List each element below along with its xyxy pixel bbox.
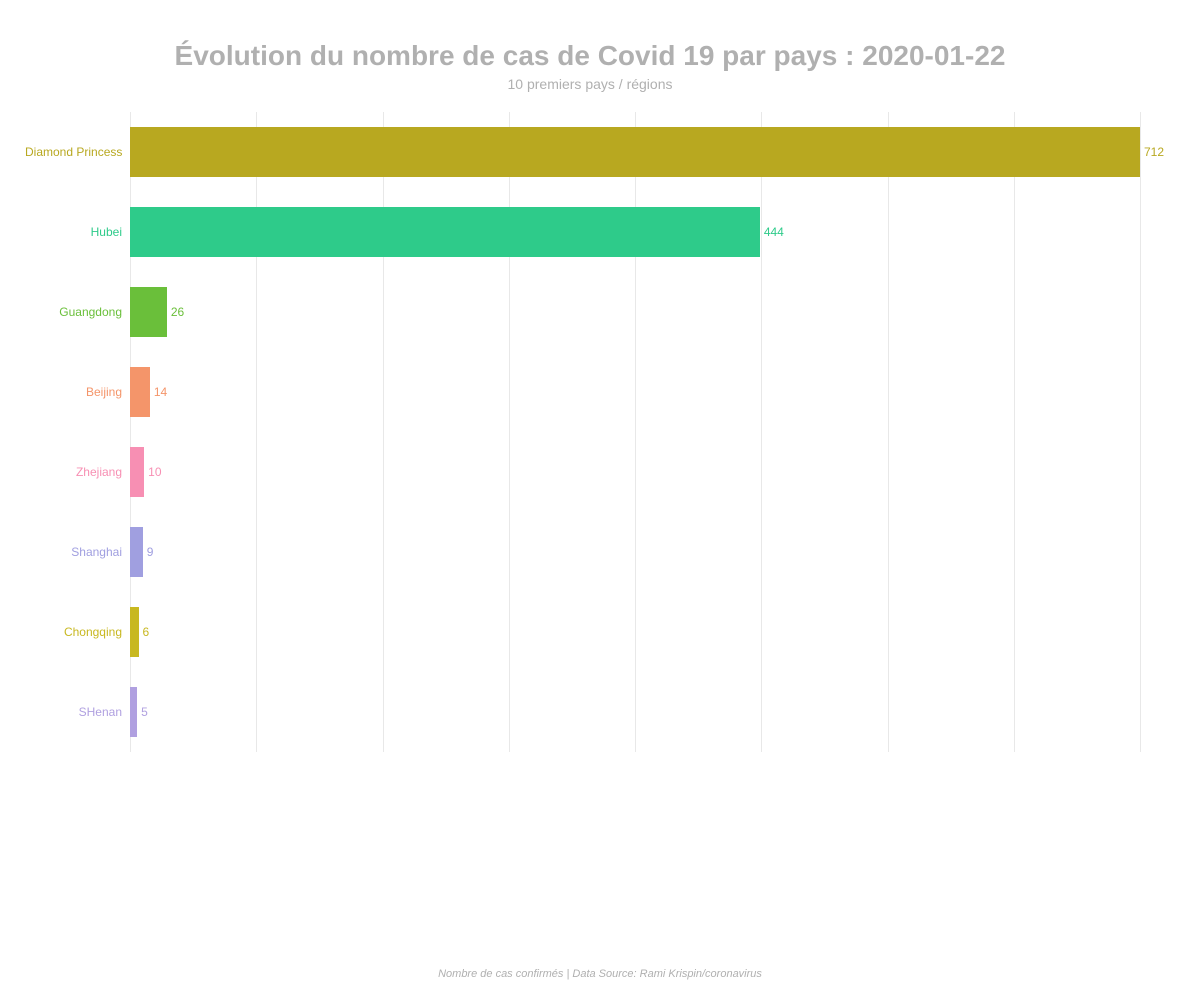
footer-note: Nombre de cas confirmés | Data Source: R…: [438, 968, 762, 980]
chart-area: Diamond Princess712Hubei444Guangdong26Be…: [130, 112, 1140, 752]
bar-row: Shanghai9: [130, 512, 1140, 592]
bar-fill: 10: [130, 447, 144, 497]
bar-value-label: 10: [148, 465, 161, 479]
bar-fill: 9: [130, 527, 143, 577]
bar-value-label: 5: [141, 705, 148, 719]
bar-row: Chongqing6: [130, 592, 1140, 672]
bar-fill: 444: [130, 207, 760, 257]
bar-row: Guangdong26: [130, 272, 1140, 352]
bar-row: Beijing14: [130, 352, 1140, 432]
bar-label: SHenan: [25, 705, 130, 719]
bar-value-label: 6: [143, 625, 150, 639]
bar-value-label: 26: [171, 305, 184, 319]
bar-fill: 5: [130, 687, 137, 737]
bar-label: Chongqing: [25, 625, 130, 639]
bar-label: Diamond Princess: [25, 145, 130, 159]
chart-subtitle: 10 premiers pays / régions: [20, 76, 1160, 92]
bar-label: Zhejiang: [25, 465, 130, 479]
bar-value-label: 9: [147, 545, 154, 559]
bar-row: SHenan5: [130, 672, 1140, 752]
bar-row: Diamond Princess712: [130, 112, 1140, 192]
bar-fill: 26: [130, 287, 167, 337]
bar-label: Beijing: [25, 385, 130, 399]
bar-row: Hubei444: [130, 192, 1140, 272]
bar-label: Hubei: [25, 225, 130, 239]
bar-label: Guangdong: [25, 305, 130, 319]
bar-value-label: 712: [1144, 145, 1164, 159]
bar-value-label: 444: [764, 225, 784, 239]
chart-title: Évolution du nombre de cas de Covid 19 p…: [20, 40, 1160, 72]
bar-fill: 14: [130, 367, 150, 417]
chart-container: Évolution du nombre de cas de Covid 19 p…: [0, 0, 1200, 1000]
bar-label: Shanghai: [25, 545, 130, 559]
bar-fill: 712: [130, 127, 1140, 177]
bar-fill: 6: [130, 607, 139, 657]
bar-value-label: 14: [154, 385, 167, 399]
bar-row: Zhejiang10: [130, 432, 1140, 512]
